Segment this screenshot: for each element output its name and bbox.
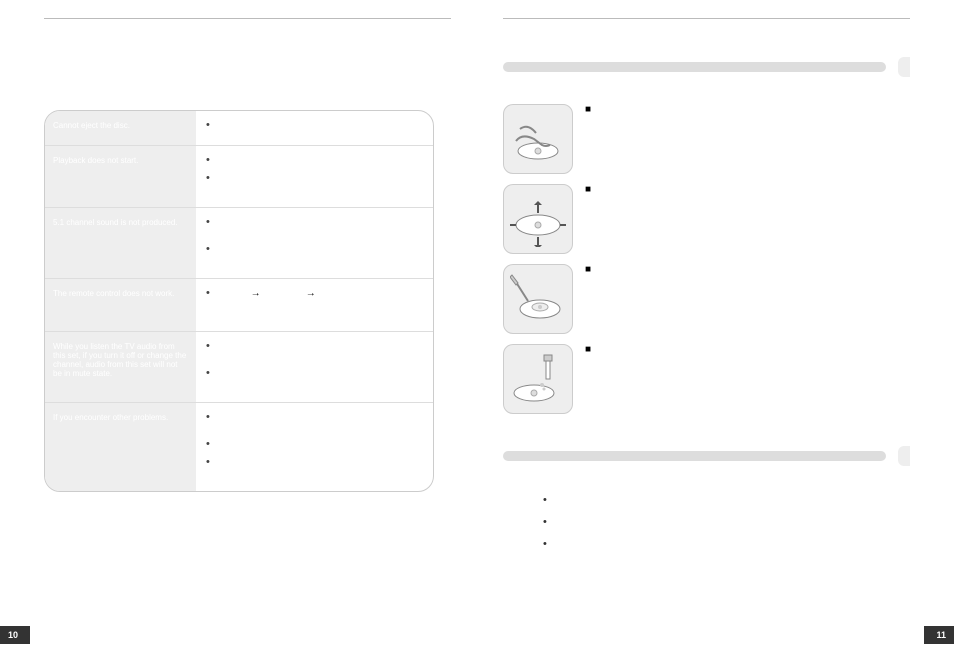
breadcrumb: appendix: [44, 39, 451, 48]
care-item: ■Avoid touching the surfaceof the disc w…: [503, 184, 910, 254]
list-item: Please confirm the disc being played bac…: [206, 243, 423, 264]
intro-text: Before requesting service (troubleshooti…: [44, 86, 451, 96]
table-row-label: Cannot eject the disc.: [45, 111, 196, 145]
list-item: Go to the content's home menu and find t…: [206, 411, 423, 432]
list-item: Are you listening to a CD or radio? Surr…: [206, 216, 423, 237]
section-bar: [503, 446, 910, 466]
care-item: ■Do not stick paperor tape on the disc. …: [503, 264, 910, 334]
table-row-label: 5.1 channel sound is not produced.: [45, 207, 196, 278]
list-item: Keep in a cool ventilated area.: [543, 516, 910, 528]
page-number: 11: [924, 626, 954, 644]
list-item: Check the region number of the Blu-ray D…: [206, 154, 423, 166]
table-row-label: Playback does not start.: [45, 145, 196, 207]
subsection-title: Handling discs: [503, 87, 910, 98]
table-row-value: Check the region number of the Blu-ray D…: [196, 145, 433, 207]
care-item: ■Disc ShapeFingerprints or scratches on …: [503, 104, 910, 174]
care-heading: Disc Shape: [595, 105, 638, 114]
section-title: Cautions on Handling and Storing Discs: [503, 39, 910, 51]
page-title: Troubleshooting: [44, 58, 451, 76]
table-row-value: Go to the content's home menu and find t…: [196, 402, 433, 491]
list-item: Following the sequence above can resolve…: [206, 438, 423, 450]
disc-wipe-icon: [503, 184, 573, 254]
care-body: Fingerprints or scratches on the disc ma…: [585, 115, 882, 133]
care-body: or antistatic. Also, never use volatile …: [585, 355, 850, 364]
storage-list: Do not keep under direct sunlight. (Heat…: [503, 494, 910, 577]
table-row-value: This happened because Volume mute is set…: [196, 331, 433, 402]
list-item: This happened because Volume mute is set…: [206, 340, 423, 361]
storage-intro: Be careful not to damage the disc becaus…: [503, 476, 910, 485]
disc-spray-icon: [503, 344, 573, 414]
care-heading: Do not use record sprays: [595, 345, 691, 354]
care-heading: Do not stick paper: [595, 265, 665, 274]
care-body: or tape on the disc. If the surface is d…: [585, 275, 892, 302]
table-row-label: If you encounter other problems.: [45, 402, 196, 491]
disc-tape-icon: [503, 264, 573, 334]
care-item: ■Do not use record spraysor antistatic. …: [503, 344, 910, 414]
table-row-label: While you listen the TV audio from this …: [45, 331, 196, 402]
table-row-value: Are you listening to a CD or radio? Surr…: [196, 207, 433, 278]
page-number: 10: [0, 626, 30, 644]
list-item: If no solution cannot be fixed, contact …: [206, 456, 423, 477]
table-row-value: In MENU → SETTINGS → SYSTEM, set the INI…: [196, 278, 433, 331]
page-footer: English: [884, 631, 910, 640]
disc-hold-icon: [503, 104, 573, 174]
list-item: The audio will be restored to the un-mut…: [206, 367, 423, 388]
list-item: Is the power cord plugged securely into …: [206, 119, 423, 131]
table-row-label: The remote control does not work.: [45, 278, 196, 331]
section-bar: [503, 57, 910, 77]
section-title: Disc Storage: [503, 428, 910, 440]
care-body: of the disc where recording is performed…: [585, 195, 906, 213]
list-item: In MENU → SETTINGS → SYSTEM, set the INI…: [206, 287, 423, 317]
table-row-value: Is the power cord plugged securely into …: [196, 111, 433, 145]
page-footer: English: [44, 631, 70, 640]
troubleshooting-table: Cannot eject the disc. Is the power cord …: [44, 110, 434, 492]
care-heading: Avoid touching the surface: [595, 185, 698, 194]
list-item: Do not keep under direct sunlight. (Heat…: [543, 494, 910, 506]
list-item: Store vertically. Keep in a clean protec…: [543, 538, 910, 577]
list-item: Blu-ray Disc/DVD discs purchased from ab…: [206, 172, 423, 193]
